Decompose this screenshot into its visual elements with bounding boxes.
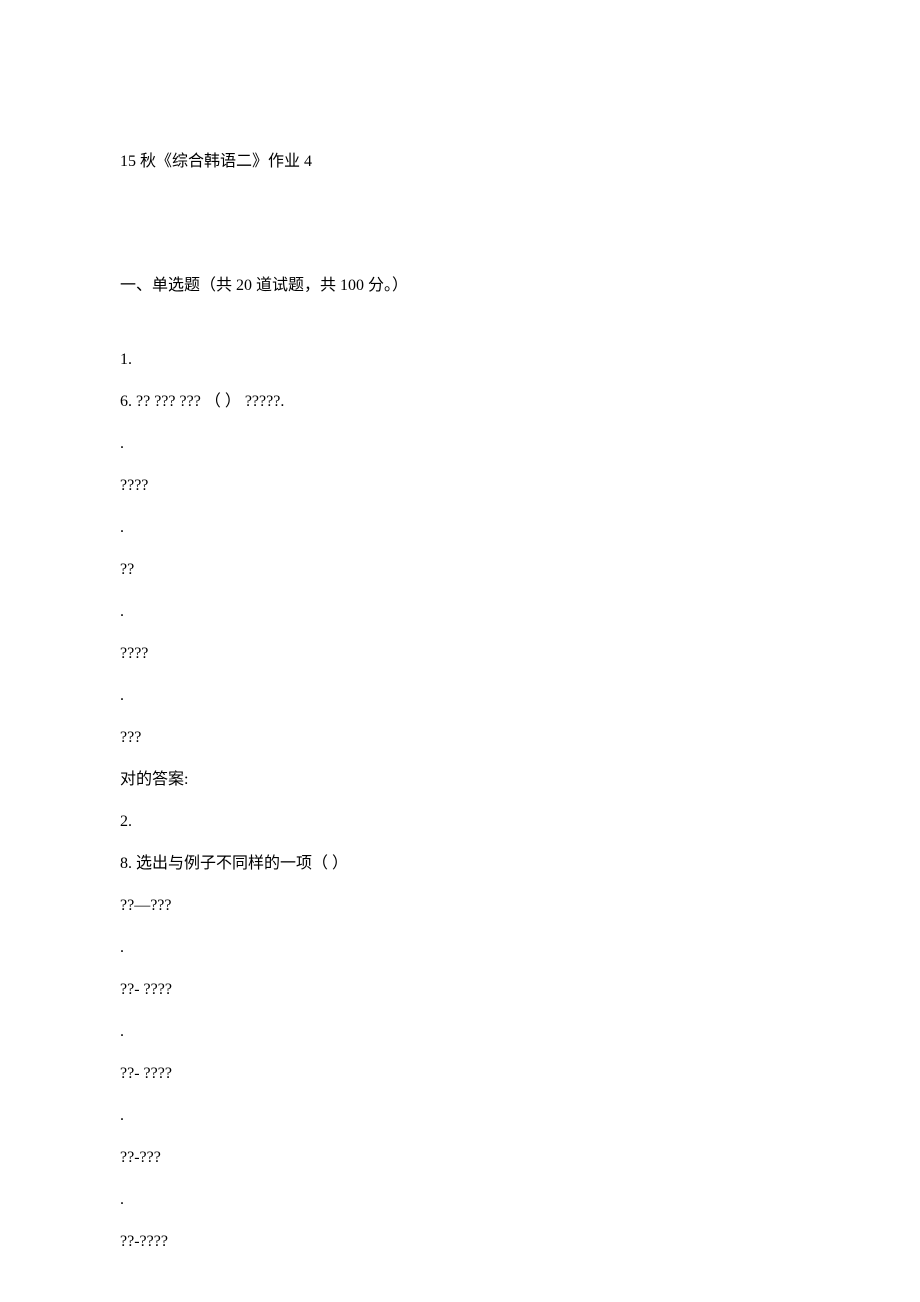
question-number: 2. xyxy=(120,810,800,834)
option-b: ?? xyxy=(120,558,800,582)
option-marker: . xyxy=(120,1104,800,1128)
question-number: 1. xyxy=(120,348,800,372)
option-b: ??- ???? xyxy=(120,1062,800,1086)
option-marker: . xyxy=(120,1188,800,1212)
option-marker: . xyxy=(120,1020,800,1044)
answer-label: 对的答案: xyxy=(120,768,800,792)
option-marker: . xyxy=(120,516,800,540)
document-title: 15 秋《综合韩语二》作业 4 xyxy=(120,150,800,174)
option-a: ???? xyxy=(120,474,800,498)
question-1: 1. 6. ?? ??? ??? （ ） ?????. . ???? . ?? … xyxy=(120,348,800,792)
section-header: 一、单选题（共 20 道试题，共 100 分。） xyxy=(120,274,800,298)
question-2: 2. 8. 选出与例子不同样的一项（ ） ??—??? . ??- ???? .… xyxy=(120,810,800,1254)
option-c: ??-??? xyxy=(120,1146,800,1170)
question-stem: 6. ?? ??? ??? （ ） ?????. xyxy=(120,390,800,414)
option-marker: . xyxy=(120,432,800,456)
option-marker: . xyxy=(120,600,800,624)
option-marker: . xyxy=(120,684,800,708)
question-stem: 8. 选出与例子不同样的一项（ ） xyxy=(120,852,800,876)
option-c: ???? xyxy=(120,642,800,666)
option-marker: . xyxy=(120,936,800,960)
option-a: ??- ???? xyxy=(120,978,800,1002)
option-d: ??-???? xyxy=(120,1230,800,1254)
option-d: ??? xyxy=(120,726,800,750)
question-example: ??—??? xyxy=(120,894,800,918)
